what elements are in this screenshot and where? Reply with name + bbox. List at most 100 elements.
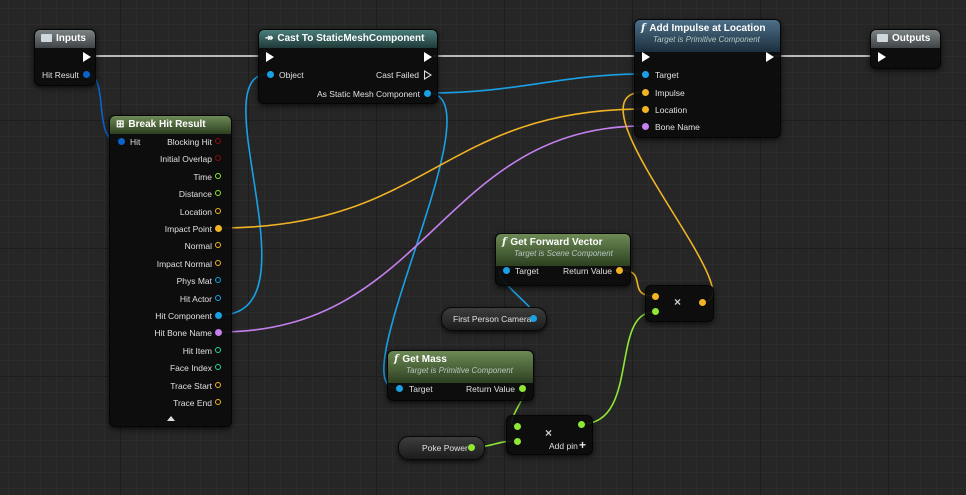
poke-power-node[interactable]: Poke Power <box>398 436 485 460</box>
cast-object-pin[interactable] <box>267 71 274 78</box>
break-output-label: Face Index <box>169 363 212 374</box>
first-person-camera-node[interactable]: First Person Camera <box>441 307 547 331</box>
break-output-pin[interactable] <box>215 399 221 405</box>
hit-result-label: Hit Result <box>42 70 79 80</box>
impulse-bone-name-pin[interactable] <box>642 123 649 130</box>
wire-smc-target-impulse <box>427 73 645 94</box>
function-icon: f <box>641 23 646 34</box>
break-output-label: Trace End <box>173 398 212 408</box>
outputs-exec-in-pin[interactable] <box>878 52 886 62</box>
break-hit-label: Hit <box>130 137 141 147</box>
collapse-arrow-icon[interactable] <box>167 416 175 421</box>
break-output-pin[interactable] <box>215 172 221 179</box>
multiply-float-out-pin[interactable] <box>578 421 585 428</box>
break-output-pin[interactable] <box>215 346 221 353</box>
multiply-vector-b-pin[interactable] <box>652 308 659 315</box>
poke-power-pin[interactable] <box>468 444 475 451</box>
break-output-label: Impact Normal <box>156 258 212 269</box>
impulse-target-pin[interactable] <box>642 71 649 78</box>
get-mass-node[interactable]: f Get Mass Target is Primitive Component T… <box>387 350 534 401</box>
forward-target-label: Target <box>515 266 539 276</box>
add-impulse-node[interactable]: f Add Impulse at Location Target is Primit… <box>634 19 781 138</box>
forward-target-pin[interactable] <box>503 267 510 274</box>
break-output-pin[interactable] <box>215 190 221 197</box>
wire-smc-target-mass <box>383 92 448 389</box>
break-output-pin[interactable] <box>215 329 222 337</box>
forward-return-pin[interactable] <box>616 267 623 274</box>
cast-as-smc-label: As Static Mesh Component <box>317 89 420 99</box>
add-pin-icon[interactable]: + <box>579 438 586 452</box>
break-output-label: Hit Actor <box>179 293 212 304</box>
outputs-node[interactable]: Outputs <box>870 29 941 69</box>
poke-power-label: Poke Power <box>422 443 468 453</box>
mass-return-pin[interactable] <box>519 385 526 392</box>
break-output-pin[interactable] <box>215 207 221 214</box>
break-output-pin[interactable] <box>215 225 222 232</box>
inputs-node[interactable]: Inputs Hit Result <box>34 29 96 86</box>
break-output-pin[interactable] <box>215 277 221 284</box>
break-output-label: Location <box>179 206 212 217</box>
outputs-title: Outputs <box>892 33 931 44</box>
break-hit-pin[interactable] <box>118 138 125 145</box>
impulse-target-label: Target <box>655 70 679 80</box>
mass-subtitle: Target is Primitive Component <box>406 366 513 375</box>
forward-return-label: Return Value <box>563 266 612 276</box>
mass-target-pin[interactable] <box>396 385 403 392</box>
add-pin-label[interactable]: Add pin <box>549 441 578 451</box>
multiply-vector-a-pin[interactable] <box>652 293 659 300</box>
function-icon: f <box>394 354 399 365</box>
break-output-pin[interactable] <box>215 138 221 144</box>
impulse-impulse-pin[interactable] <box>642 89 649 96</box>
multiply-float-node[interactable]: × Add pin + <box>506 415 593 455</box>
break-output-label: Hit Component <box>155 311 212 321</box>
forward-subtitle: Target is Scene Component <box>514 249 613 258</box>
mass-title: Get Mass <box>402 354 447 365</box>
impulse-title: Add Impulse at Location <box>649 23 766 34</box>
cast-icon: ↠ <box>265 33 274 44</box>
multiply-vector-node[interactable]: × <box>645 285 714 322</box>
impulse-impulse-label: Impulse <box>655 88 685 98</box>
cast-failed-pin[interactable] <box>424 70 432 80</box>
cast-failed-label: Cast Failed <box>376 70 419 80</box>
cast-exec-out-pin[interactable] <box>424 52 432 62</box>
break-output-pin[interactable] <box>215 381 221 388</box>
hit-result-pin[interactable] <box>83 71 90 78</box>
impulse-subtitle: Target is Primitive Component <box>653 35 760 44</box>
impulse-location-label: Location <box>655 105 688 115</box>
struct-icon: ⊞ <box>116 119 125 130</box>
impulse-bone-name-label: Bone Name <box>655 122 700 132</box>
break-output-pin[interactable] <box>215 312 222 319</box>
inputs-exec-out-pin[interactable] <box>83 52 91 62</box>
break-output-pin[interactable] <box>215 155 221 162</box>
cast-node[interactable]: ↠ Cast To StaticMeshComponent Object Cast… <box>258 29 438 104</box>
break-hit-result-node[interactable]: ⊞ Break Hit Result Hit Blocking Hit Initia… <box>109 115 232 427</box>
first-person-camera-pin[interactable] <box>530 315 537 322</box>
break-output-pin[interactable] <box>215 294 221 301</box>
break-output-label: Time <box>193 171 212 182</box>
cast-as-smc-pin[interactable] <box>424 90 431 97</box>
cast-object-label: Object <box>279 70 304 80</box>
mass-return-label: Return Value <box>466 384 515 394</box>
function-icon: f <box>502 237 507 248</box>
break-output-pin[interactable] <box>215 242 221 249</box>
impulse-location-pin[interactable] <box>642 106 649 113</box>
multiply-float-b-pin[interactable] <box>514 438 521 445</box>
break-output-pin[interactable] <box>215 259 221 266</box>
break-output-label: Blocking Hit <box>167 137 212 147</box>
wire-multfloat-multvec <box>581 311 655 425</box>
cast-exec-in-pin[interactable] <box>266 52 274 62</box>
break-output-pin[interactable] <box>215 364 221 371</box>
forward-title: Get Forward Vector <box>510 237 603 248</box>
break-title: Break Hit Result <box>128 119 206 130</box>
first-person-camera-label: First Person Camera <box>453 314 532 324</box>
multiply-icon: × <box>545 426 553 440</box>
impulse-exec-out-pin[interactable] <box>766 52 774 62</box>
get-forward-vector-node[interactable]: f Get Forward Vector Target is Scene Compo… <box>495 233 631 286</box>
multiply-float-a-pin[interactable] <box>514 423 521 430</box>
multiply-icon: × <box>674 295 682 309</box>
table-icon <box>41 34 52 43</box>
impulse-exec-in-pin[interactable] <box>642 52 650 62</box>
break-output-label: Impact Point <box>164 224 212 234</box>
mass-target-label: Target <box>409 384 433 394</box>
multiply-vector-out-pin[interactable] <box>699 299 706 306</box>
